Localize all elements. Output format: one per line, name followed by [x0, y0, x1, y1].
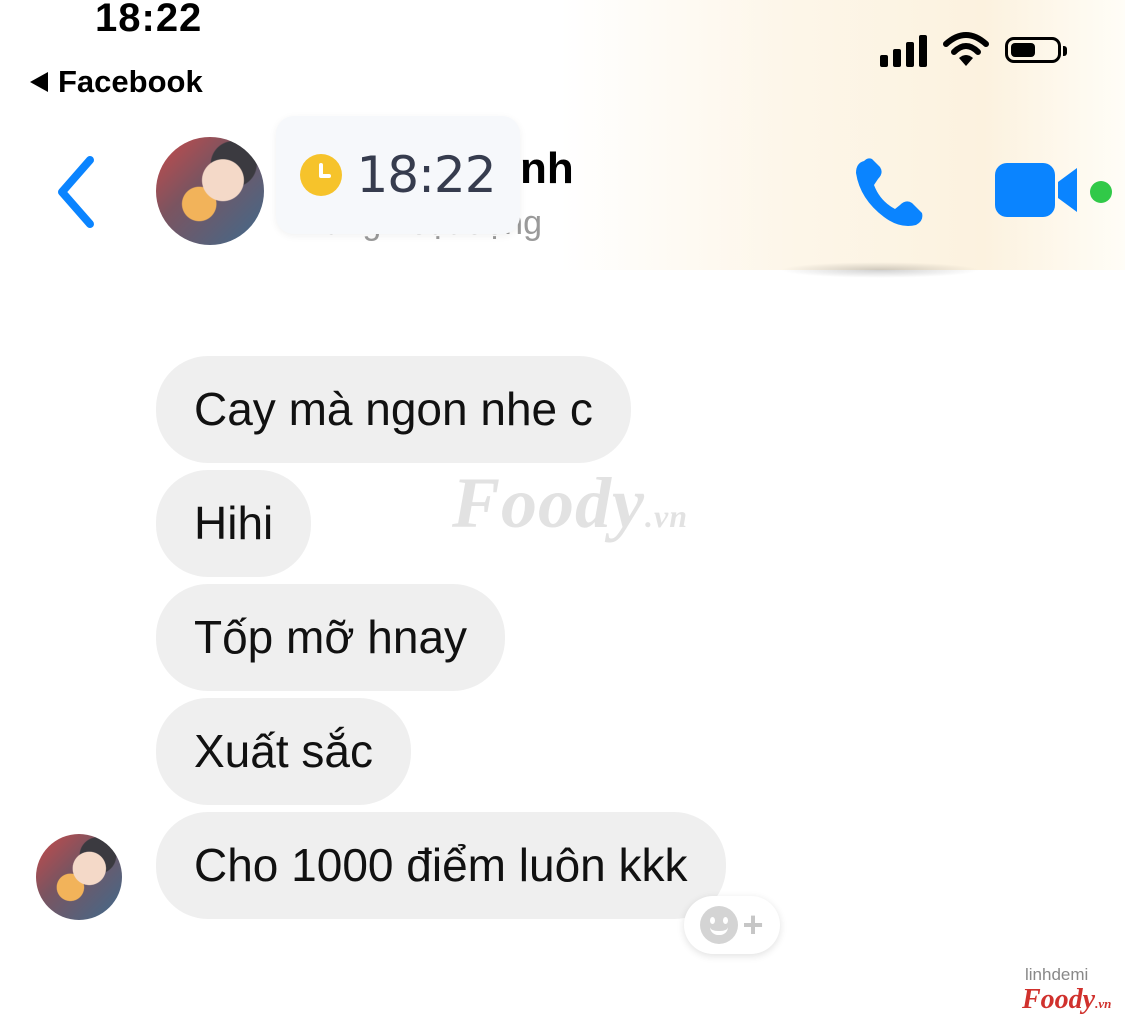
- phone-icon[interactable]: [850, 155, 930, 230]
- clock-icon: [300, 154, 343, 196]
- chevron-left-icon[interactable]: [52, 152, 102, 232]
- message-bubble[interactable]: Cho 1000 điểm luôn kkk: [156, 812, 726, 919]
- message-bubble[interactable]: Hihi: [156, 470, 312, 577]
- status-icons: [880, 32, 1067, 68]
- contact-name[interactable]: nh: [520, 144, 574, 194]
- watermark-logo: Foody.vn: [452, 463, 688, 543]
- wifi-icon: [943, 32, 989, 66]
- message-bubble[interactable]: Cay mà ngon nhe c: [156, 356, 631, 463]
- sender-avatar[interactable]: [36, 834, 122, 920]
- overlay-time: 18:22: [356, 146, 496, 204]
- back-app-label: Facebook: [58, 64, 203, 99]
- video-camera-icon[interactable]: [995, 160, 1080, 220]
- plus-icon: +: [742, 904, 764, 945]
- credit-username: linhdemi: [1025, 965, 1089, 984]
- time-overlay: 18:22: [276, 116, 520, 234]
- status-time: 18:22: [95, 0, 203, 40]
- contact-avatar[interactable]: [156, 137, 264, 245]
- back-triangle-icon: [30, 72, 48, 92]
- add-reaction-button[interactable]: +: [684, 896, 780, 954]
- battery-fill: [1011, 43, 1035, 57]
- message-bubble[interactable]: Tốp mỡ hnay: [156, 584, 506, 691]
- online-status-dot: [1090, 181, 1112, 203]
- smiley-icon: [700, 906, 739, 944]
- message-bubble[interactable]: Xuất sắc: [156, 698, 411, 805]
- credit-logo: Foody.vn: [1022, 984, 1112, 1015]
- battery-icon: [1005, 37, 1067, 63]
- header-shadow: [780, 262, 980, 278]
- back-to-app-link[interactable]: Facebook: [30, 64, 203, 100]
- battery-nub: [1063, 46, 1067, 56]
- cellular-signal-icon: [880, 33, 927, 67]
